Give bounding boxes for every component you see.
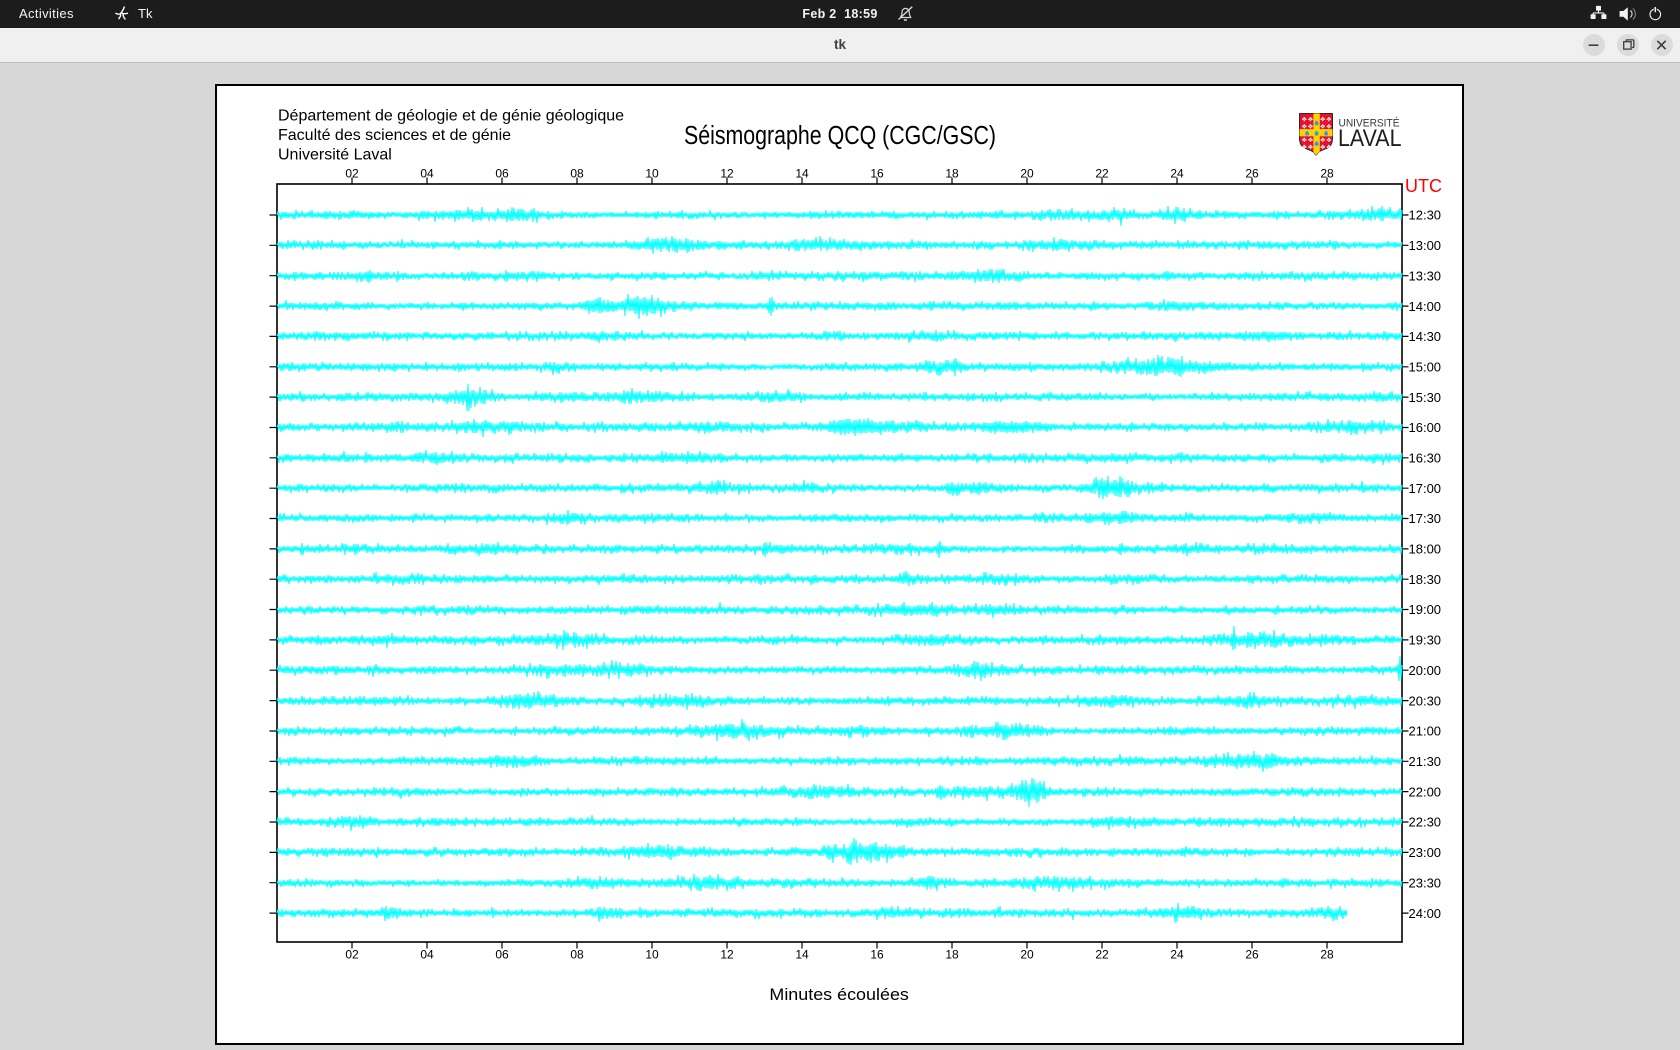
svg-text:18: 18 — [945, 167, 959, 181]
svg-text:08: 08 — [570, 167, 584, 181]
svg-text:24: 24 — [1170, 167, 1184, 181]
svg-text:20: 20 — [1020, 948, 1034, 962]
svg-text:06: 06 — [495, 948, 509, 962]
svg-text:26: 26 — [1245, 948, 1259, 962]
svg-text:20:30: 20:30 — [1409, 693, 1442, 708]
svg-text:10: 10 — [645, 948, 659, 962]
svg-text:17:00: 17:00 — [1409, 481, 1442, 496]
svg-text:08: 08 — [570, 948, 584, 962]
svg-text:02: 02 — [345, 167, 359, 181]
svg-text:22:00: 22:00 — [1409, 784, 1442, 799]
svg-text:06: 06 — [495, 167, 509, 181]
svg-text:13:00: 13:00 — [1409, 238, 1442, 253]
svg-text:12:30: 12:30 — [1409, 208, 1442, 223]
svg-text:24:00: 24:00 — [1409, 906, 1442, 921]
svg-text:04: 04 — [420, 948, 434, 962]
svg-text:23:00: 23:00 — [1409, 845, 1442, 860]
svg-text:04: 04 — [420, 167, 434, 181]
svg-text:21:30: 21:30 — [1409, 754, 1442, 769]
svg-text:15:00: 15:00 — [1409, 359, 1442, 374]
svg-text:14: 14 — [795, 948, 809, 962]
svg-text:21:00: 21:00 — [1409, 724, 1442, 739]
svg-text:22: 22 — [1095, 948, 1109, 962]
svg-text:22:30: 22:30 — [1409, 815, 1442, 830]
svg-text:16: 16 — [870, 948, 884, 962]
svg-text:Minutes écoulées: Minutes écoulées — [769, 986, 909, 1004]
svg-text:12: 12 — [720, 167, 734, 181]
svg-text:23:30: 23:30 — [1409, 875, 1442, 890]
svg-text:15:30: 15:30 — [1409, 390, 1442, 405]
svg-text:19:00: 19:00 — [1409, 602, 1442, 617]
svg-text:28: 28 — [1320, 948, 1334, 962]
svg-text:26: 26 — [1245, 167, 1259, 181]
svg-text:UTC: UTC — [1405, 175, 1442, 196]
svg-text:Département de géologie et de: Département de géologie et de génie géol… — [278, 108, 624, 125]
svg-text:14:00: 14:00 — [1409, 299, 1442, 314]
svg-text:28: 28 — [1320, 167, 1334, 181]
svg-text:20:00: 20:00 — [1409, 663, 1442, 678]
svg-text:LAVAL: LAVAL — [1338, 125, 1402, 152]
svg-text:24: 24 — [1170, 948, 1184, 962]
svg-text:Séismographe QCQ (CGC/GSC): Séismographe QCQ (CGC/GSC) — [684, 122, 996, 150]
svg-text:02: 02 — [345, 948, 359, 962]
svg-text:19:30: 19:30 — [1409, 633, 1442, 648]
svg-text:14:30: 14:30 — [1409, 329, 1442, 344]
svg-text:14: 14 — [795, 167, 809, 181]
svg-text:Université Laval: Université Laval — [278, 147, 392, 164]
svg-text:17:30: 17:30 — [1409, 511, 1442, 526]
svg-text:12: 12 — [720, 948, 734, 962]
svg-text:18: 18 — [945, 948, 959, 962]
svg-text:20: 20 — [1020, 167, 1034, 181]
svg-text:16: 16 — [870, 167, 884, 181]
svg-text:13:30: 13:30 — [1409, 268, 1442, 283]
svg-text:Faculté des sciences et de gén: Faculté des sciences et de génie — [278, 127, 511, 144]
svg-text:16:00: 16:00 — [1409, 420, 1442, 435]
svg-text:18:00: 18:00 — [1409, 542, 1442, 557]
svg-text:22: 22 — [1095, 167, 1109, 181]
svg-text:18:30: 18:30 — [1409, 572, 1442, 587]
svg-text:16:30: 16:30 — [1409, 451, 1442, 466]
svg-text:10: 10 — [645, 167, 659, 181]
